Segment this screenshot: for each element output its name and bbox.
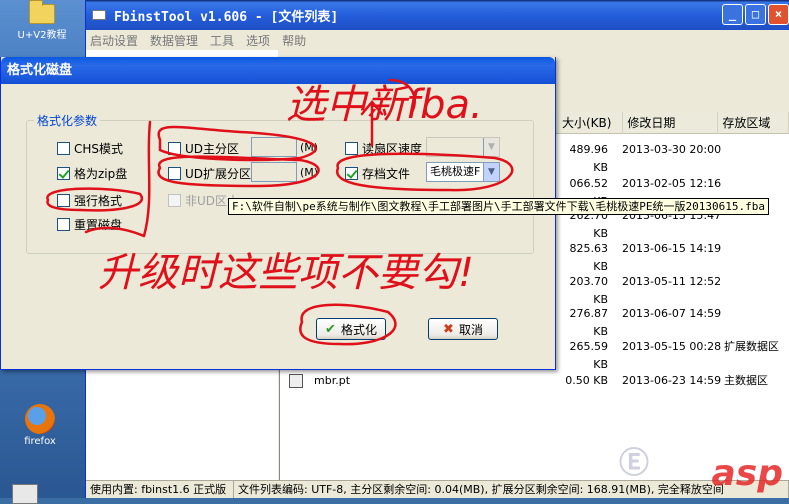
file-icon [289, 374, 303, 388]
checkbox-box[interactable] [57, 142, 70, 155]
file-size: 265.59 KB [569, 340, 609, 371]
checkbox-label: 重置磁盘 [74, 218, 123, 232]
group-label: 格式化参数 [34, 112, 101, 129]
close-button[interactable]: × [768, 4, 789, 25]
desktop-icon-folder[interactable]: U+V2教程 [2, 0, 82, 41]
menu-tools[interactable]: 工具 [210, 32, 234, 49]
checkbox-label: 格为zip盘 [74, 167, 128, 181]
file-date: 2013-06-07 14:59 [622, 307, 722, 320]
window-title: FbinstTool v1.606 - [文件列表] [114, 9, 339, 25]
checkbox-box[interactable] [57, 218, 70, 231]
file-size: 825.63 KB [569, 242, 609, 273]
read-speed-select: ▼ [426, 137, 500, 157]
force-format-checkbox[interactable]: 强行格式 [57, 192, 122, 209]
checkbox-box[interactable] [57, 167, 70, 180]
cancel-button[interactable]: ✖ 取消 [428, 318, 498, 340]
folder-icon [29, 0, 55, 24]
checkbox-label: UD主分区 [185, 142, 240, 156]
reset-disk-checkbox[interactable]: 重置磁盘 [57, 216, 122, 233]
window-titlebar[interactable]: FbinstTool v1.606 - [文件列表] _ □ × [86, 0, 789, 30]
read-speed-checkbox[interactable]: 读扇区速度 [345, 140, 422, 157]
checkbox-box [168, 194, 181, 207]
file-size: 0.50 KB [565, 374, 608, 387]
menu-boot-settings[interactable]: 启动设置 [90, 32, 138, 49]
desktop-icon-label: firefox [24, 436, 56, 447]
desktop-icon-partial[interactable] [12, 484, 42, 504]
dialog-title[interactable]: 格式化磁盘 [1, 57, 555, 84]
archive-file-select[interactable]: 毛桃极速F ▼ [426, 162, 500, 182]
file-size: 203.70 KB [569, 275, 609, 306]
file-date: 2013-06-15 14:19 [622, 242, 722, 255]
ud-primary-checkbox[interactable]: UD主分区 [168, 140, 239, 157]
ud-extended-checkbox[interactable]: UD扩展分区 [168, 165, 251, 182]
menu-data-management[interactable]: 数据管理 [150, 32, 198, 49]
checkbox-label: CHS模式 [74, 142, 124, 156]
minimize-button[interactable]: _ [722, 4, 743, 25]
chs-mode-checkbox[interactable]: CHS模式 [57, 140, 123, 157]
archive-file-value: 毛桃极速F [430, 165, 481, 178]
mb-unit-label: (M) [300, 141, 319, 154]
file-path-tooltip: F:\软件自制\pe系统与制作\图文教程\手工部署图片\手工部署文件下载\毛桃极… [228, 198, 769, 215]
zip-format-checkbox[interactable]: 格为zip盘 [57, 165, 127, 182]
ud-extended-size-input[interactable] [251, 162, 297, 182]
maximize-button[interactable]: □ [745, 4, 766, 25]
file-area: 扩展数据区 [724, 340, 779, 353]
checkbox-box[interactable] [345, 142, 358, 155]
file-icon [12, 484, 38, 504]
desktop-icon-label: U+V2教程 [17, 30, 67, 41]
archive-file-checkbox[interactable]: 存档文件 [345, 165, 410, 182]
ud-primary-size-input[interactable] [251, 137, 297, 157]
chevron-down-icon[interactable]: ▼ [483, 163, 499, 181]
file-date: 2013-03-30 20:00 [622, 143, 722, 156]
checkbox-box[interactable] [168, 167, 181, 180]
app-icon [92, 10, 106, 20]
checkbox-label: 存档文件 [362, 167, 411, 181]
table-row[interactable]: mbr.pt 0.50 KB 2013-06-23 14:59 主数据区 [0, 372, 789, 390]
format-button-label: 格式化 [340, 322, 377, 337]
file-date: 2013-05-15 00:28 [622, 340, 722, 353]
check-icon: ✔ [325, 321, 336, 337]
mb-unit-label: (M) [300, 166, 319, 179]
file-date: 2013-02-05 12:16 [622, 177, 722, 190]
file-date: 2013-06-23 14:59 [622, 374, 722, 387]
status-info: 文件列表编码: UTF-8, 主分区剩余空间: 0.04(MB), 扩展分区剩余… [234, 481, 789, 498]
chevron-down-icon: ▼ [483, 138, 499, 156]
cancel-button-label: 取消 [458, 322, 483, 337]
checkbox-box[interactable] [345, 167, 358, 180]
file-size: 489.96 KB [569, 143, 609, 174]
column-area[interactable]: 存放区域 [718, 111, 789, 134]
file-date: 2013-05-11 12:52 [622, 275, 722, 288]
desktop-icon-firefox[interactable]: firefox [0, 404, 80, 447]
firefox-icon [25, 404, 55, 434]
column-size[interactable]: 大小(KB) [558, 111, 624, 134]
menu-bar: 启动设置 数据管理 工具 选项 帮助 [86, 30, 789, 50]
checkbox-label: 强行格式 [74, 194, 123, 208]
close-icon: ✖ [443, 321, 454, 337]
checkbox-box[interactable] [57, 194, 70, 207]
file-name: mbr.pt [314, 374, 351, 387]
file-area: 主数据区 [724, 374, 768, 387]
checkbox-box[interactable] [168, 142, 181, 155]
format-button[interactable]: ✔ 格式化 [316, 318, 386, 340]
menu-options[interactable]: 选项 [246, 32, 270, 49]
checkbox-label: UD扩展分区 [185, 167, 252, 181]
column-date[interactable]: 修改日期 [623, 111, 719, 134]
checkbox-label: 读扇区速度 [362, 142, 423, 156]
status-bar: 使用内置: fbinst1.6 正式版 文件列表编码: UTF-8, 主分区剩余… [86, 480, 789, 498]
status-engine: 使用内置: fbinst1.6 正式版 [86, 481, 234, 498]
file-size: 276.87 KB [569, 307, 609, 338]
menu-help[interactable]: 帮助 [282, 32, 306, 49]
